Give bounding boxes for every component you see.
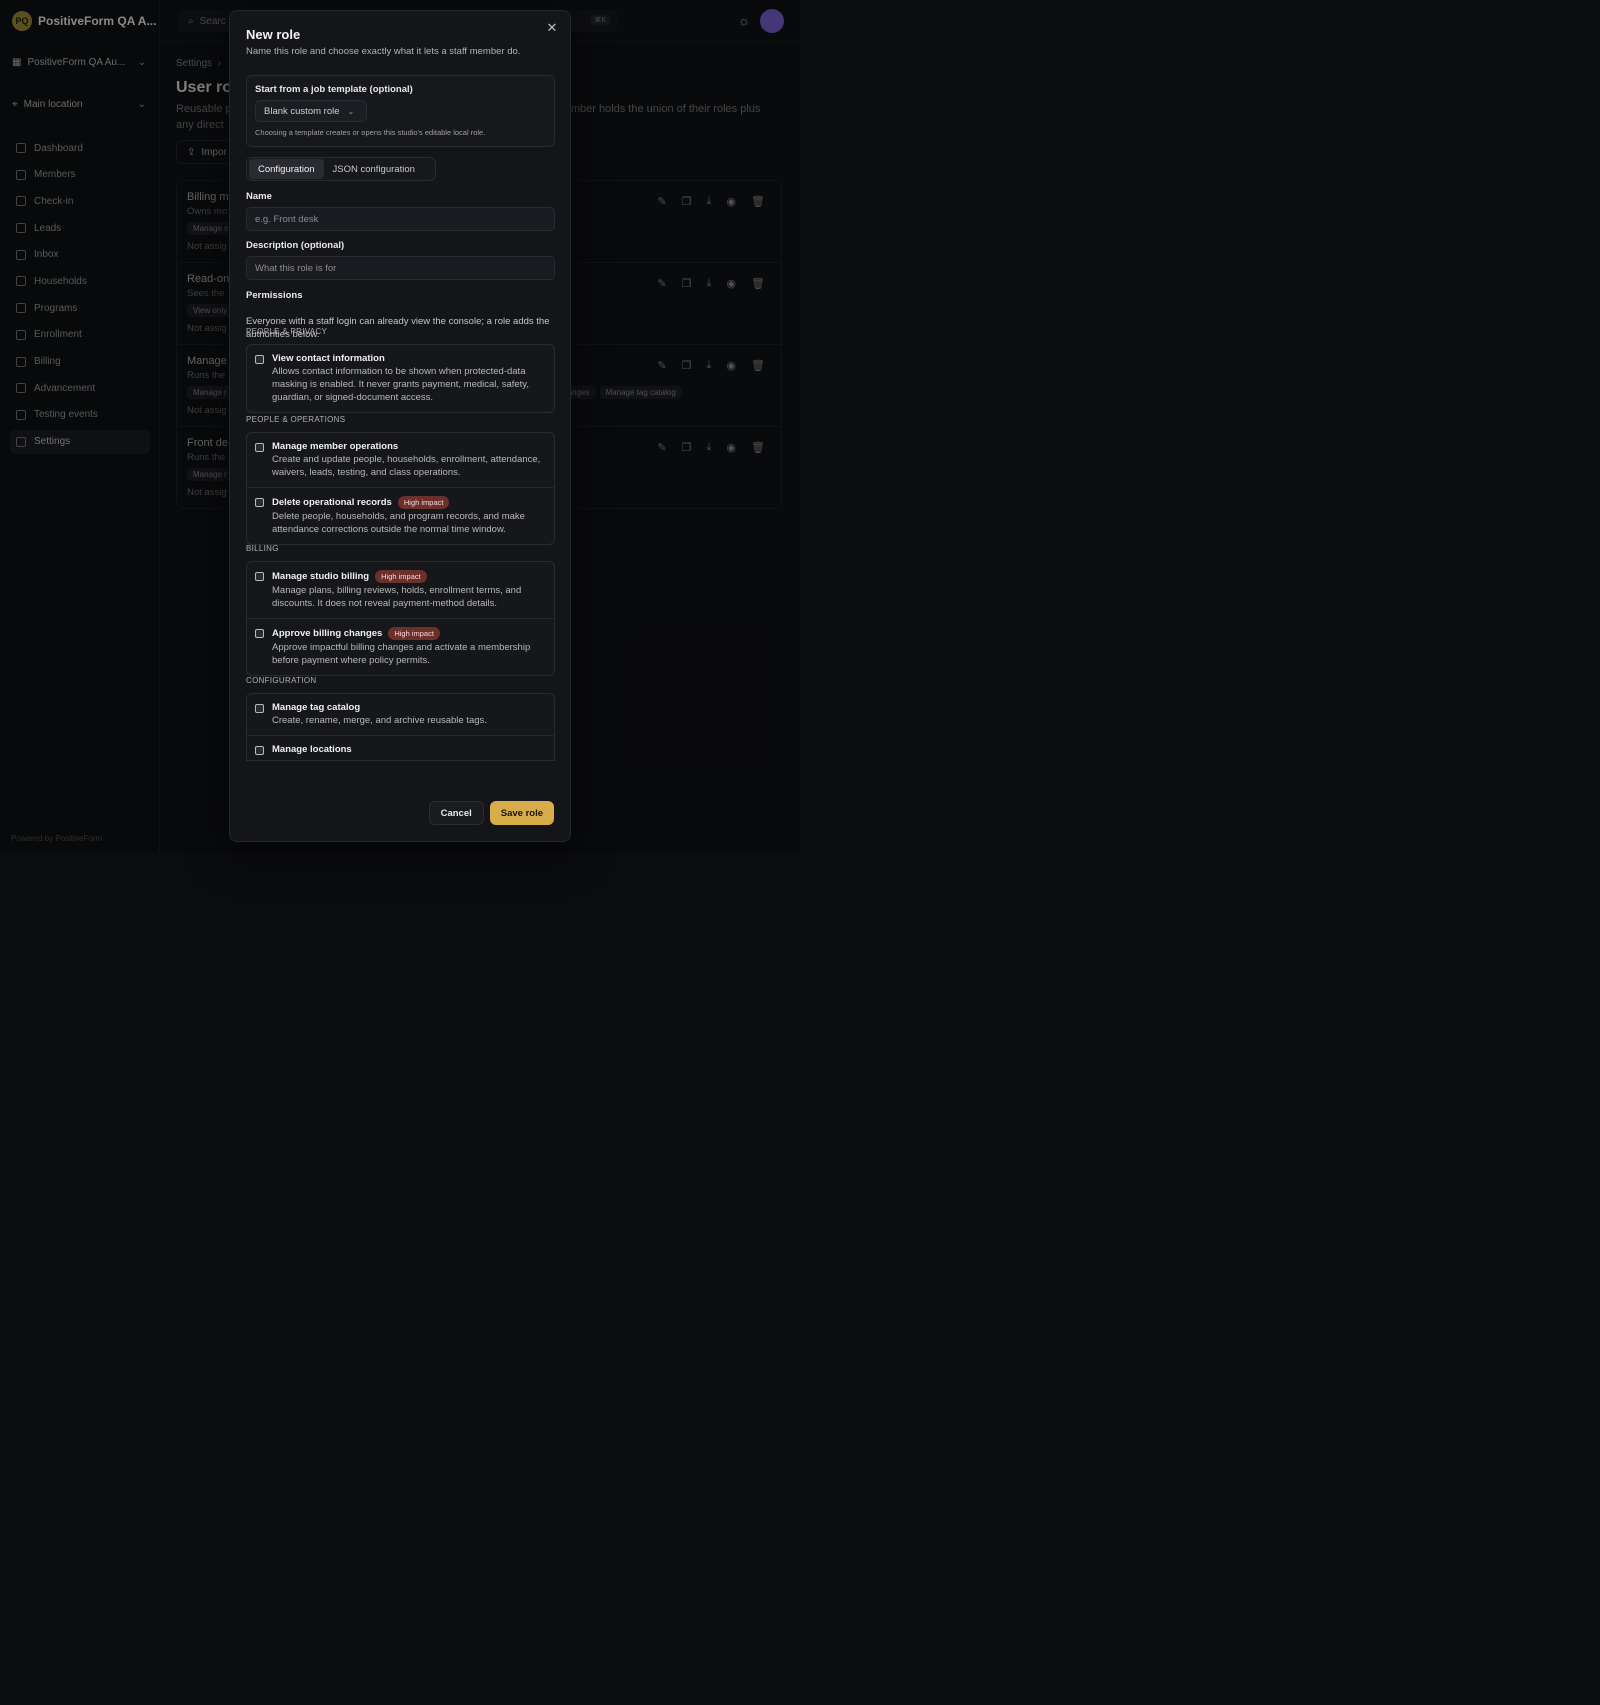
dialog-footer: Cancel Save role	[428, 801, 554, 825]
permission-manage-studio-billing[interactable]: Manage studio billing High impact Manage p…	[247, 562, 554, 619]
permission-description: Manage plans, billing reviews, holds, en…	[272, 585, 522, 609]
permission-group: Manage member operations Create and updat…	[246, 432, 555, 545]
cancel-button[interactable]: Cancel	[428, 801, 484, 825]
permission-manage-tag-catalog[interactable]: Manage tag catalog Create, rename, merge,…	[247, 694, 554, 736]
section-label: CONFIGURATION	[246, 676, 317, 685]
tab-configuration[interactable]: Configuration	[249, 159, 324, 179]
template-select[interactable]: Blank custom role ⌄	[255, 100, 367, 122]
section-label: PEOPLE & OPERATIONS	[246, 415, 346, 424]
close-icon[interactable]: ✕	[545, 21, 559, 35]
dialog-subtitle: Name this role and choose exactly what i…	[246, 46, 521, 57]
template-section: Start from a job template (optional) Bla…	[246, 75, 555, 147]
permission-description: Delete people, households, and program r…	[272, 511, 525, 535]
section-label: PEOPLE & PRIVACY	[246, 327, 328, 336]
permission-manage-member-operations[interactable]: Manage member operations Create and updat…	[247, 433, 554, 488]
permission-description: Approve impactful billing changes and ac…	[272, 642, 531, 666]
permission-title-text: Delete operational records	[272, 497, 392, 508]
permission-title-text: View contact information	[272, 353, 385, 364]
permission-checkbox[interactable]	[255, 704, 264, 713]
description-label: Description (optional)	[246, 240, 345, 251]
permission-title: Approve billing changes High impact	[272, 627, 546, 640]
permission-title: View contact information	[272, 353, 546, 364]
template-label: Start from a job template (optional)	[255, 84, 413, 95]
permissions-label: Permissions	[246, 290, 303, 301]
permission-title-text: Approve billing changes	[272, 628, 383, 639]
permission-title-text: Manage tag catalog	[272, 702, 361, 713]
permission-checkbox[interactable]	[255, 498, 264, 507]
permission-title: Manage tag catalog	[272, 702, 546, 713]
permission-approve-billing-changes[interactable]: Approve billing changes High impact Approv…	[247, 619, 554, 675]
dialog-title: New role	[246, 27, 301, 42]
permission-title-text: Manage studio billing	[272, 571, 370, 582]
permission-title: Manage locations	[272, 744, 546, 755]
permission-delete-operational-records[interactable]: Delete operational records High impact Del…	[247, 488, 554, 544]
permission-checkbox[interactable]	[255, 443, 264, 452]
permission-title: Manage studio billing High impact	[272, 570, 546, 583]
config-tabs: Configuration JSON configuration	[246, 157, 436, 181]
permission-title-text: Manage member operations	[272, 441, 399, 452]
name-label: Name	[246, 191, 272, 202]
permission-checkbox[interactable]	[255, 355, 264, 364]
template-hint: Choosing a template creates or opens thi…	[255, 128, 486, 137]
chevron-down-icon: ⌄	[347, 106, 355, 116]
permission-description: Create and update people, households, en…	[272, 454, 541, 478]
permission-manage-locations[interactable]: Manage locations	[247, 736, 554, 760]
name-field[interactable]	[246, 207, 555, 231]
permission-view-contact-information[interactable]: View contact information Allows contact i…	[247, 345, 554, 412]
permission-description: Allows contact information to be shown w…	[272, 366, 529, 403]
permission-title-text: Manage locations	[272, 744, 352, 755]
permission-title: Delete operational records High impact	[272, 496, 546, 509]
tab-json-configuration[interactable]: JSON configuration	[324, 159, 424, 179]
template-select-value: Blank custom role	[264, 105, 340, 117]
permission-checkbox[interactable]	[255, 629, 264, 638]
permission-title: Manage member operations	[272, 441, 546, 452]
section-label: BILLING	[246, 544, 279, 553]
permission-checkbox[interactable]	[255, 746, 264, 755]
high-impact-badge: High impact	[397, 496, 450, 509]
high-impact-badge: High impact	[388, 627, 440, 640]
permission-group: Manage studio billing High impact Manage p…	[246, 561, 555, 676]
save-role-button[interactable]: Save role	[489, 801, 554, 825]
permission-group: Manage tag catalog Create, rename, merge,…	[246, 693, 555, 761]
description-field[interactable]	[246, 256, 555, 280]
permission-checkbox[interactable]	[255, 572, 264, 581]
new-role-dialog: ✕ New role Name this role and choose exa…	[229, 10, 571, 842]
high-impact-badge: High impact	[375, 570, 427, 583]
permission-description: Create, rename, merge, and archive reusa…	[272, 715, 487, 726]
permission-group: View contact information Allows contact i…	[246, 344, 555, 413]
